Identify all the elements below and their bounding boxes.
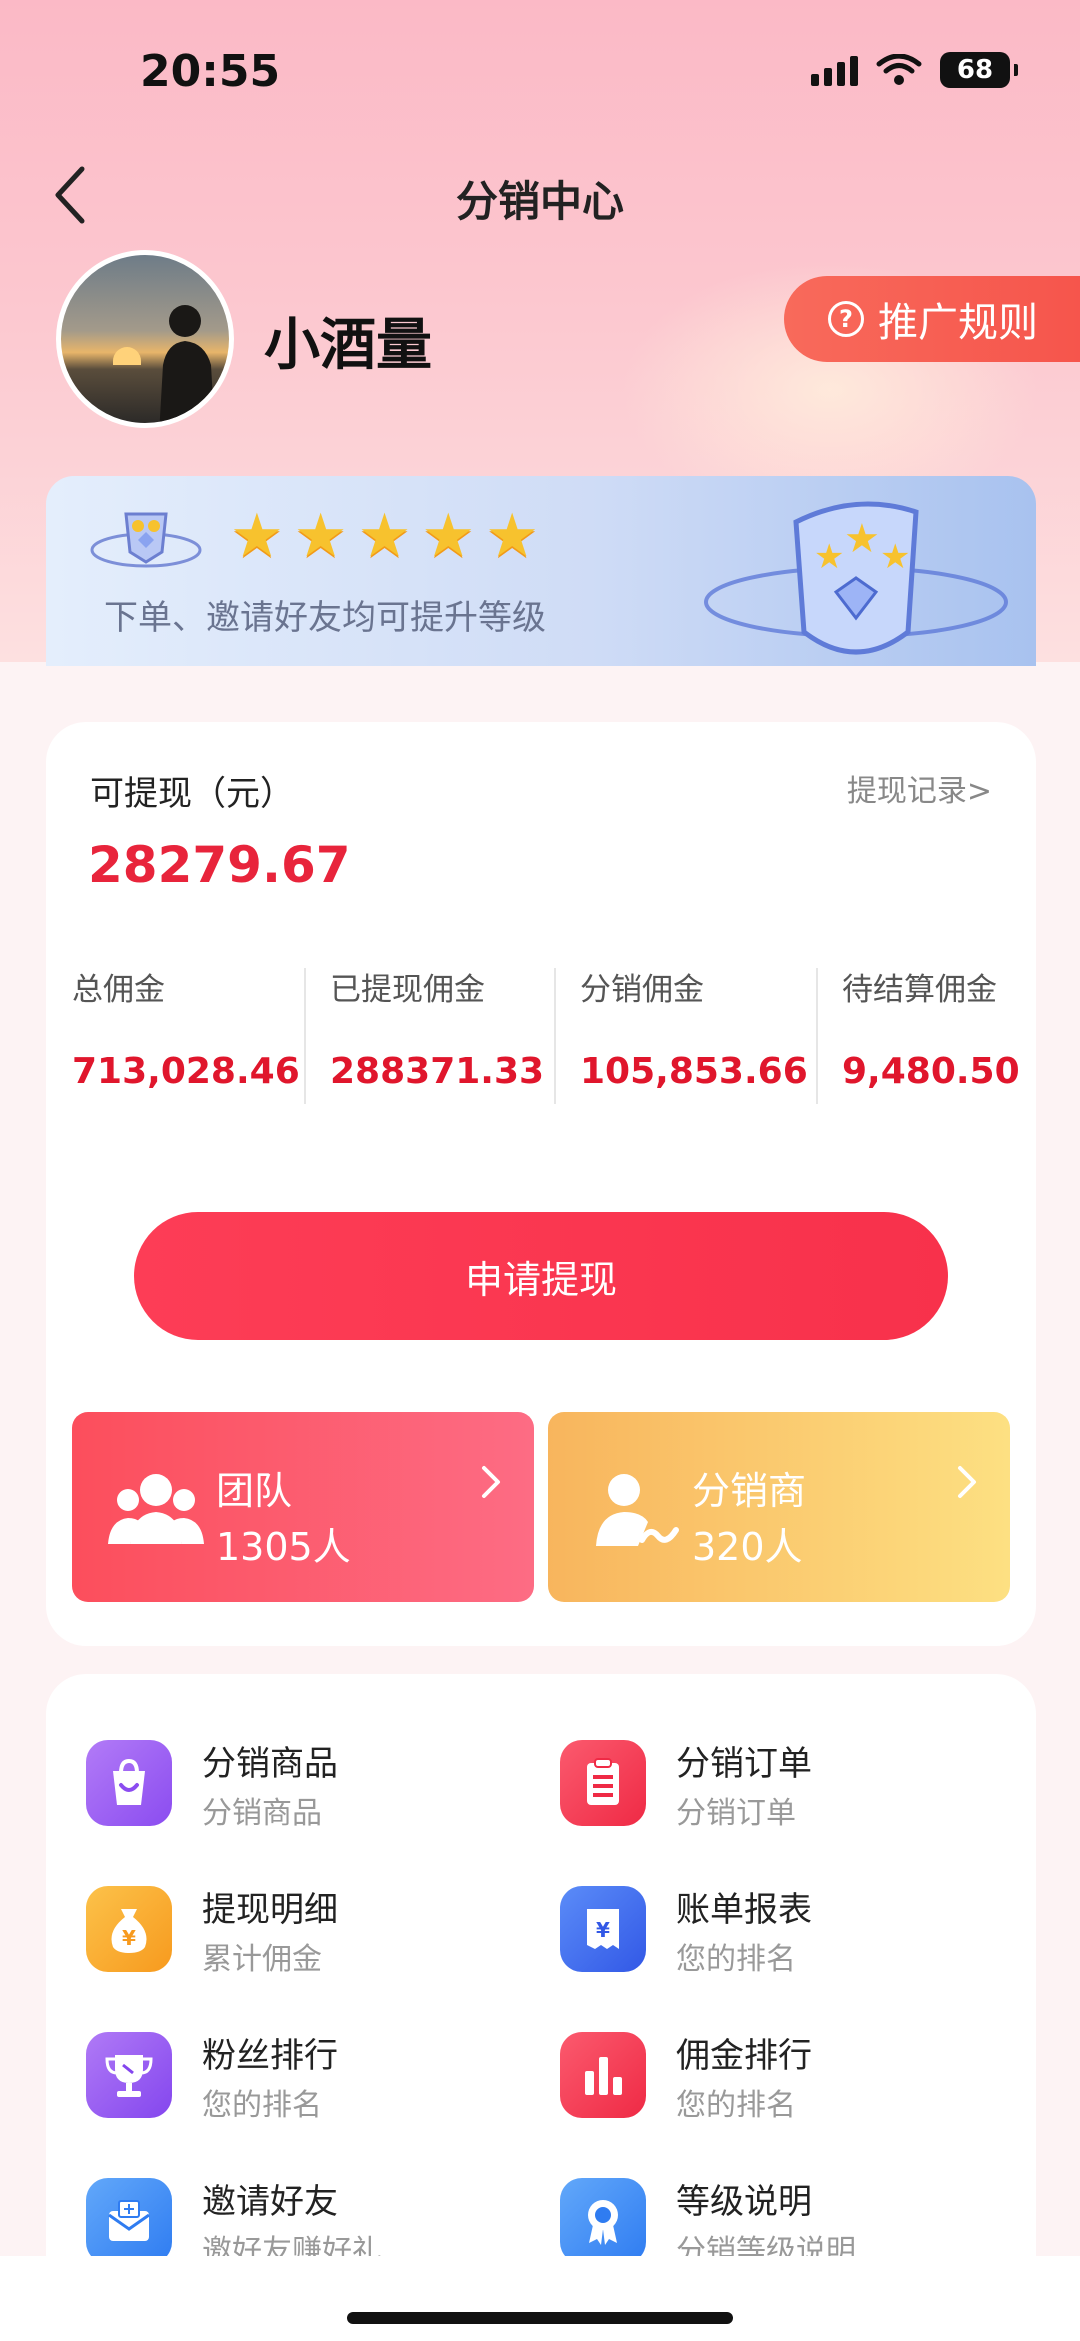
team-label: 团队	[216, 1469, 293, 1513]
stat-value: 9,480.50	[842, 1051, 1020, 1092]
trophy-icon	[86, 2032, 172, 2118]
wifi-icon	[876, 54, 922, 85]
svg-text:★: ★	[814, 537, 844, 577]
menu-item-commission-ranking[interactable]: 佣金排行 您的排名	[520, 2022, 960, 2132]
stat-value: 713,028.46	[72, 1051, 300, 1092]
chevron-right-icon	[958, 1466, 976, 1498]
menu-item-subtitle: 分销订单	[676, 1796, 796, 1831]
status-time: 20:55	[140, 46, 281, 97]
stat-withdrawn-commission[interactable]: 已提现佣金 288371.33	[304, 962, 554, 1104]
star-icon: ★	[421, 501, 476, 571]
menu-item-distribution-orders[interactable]: 分销订单 分销订单	[520, 1730, 960, 1840]
menu-item-fans-ranking[interactable]: 粉丝排行 您的排名	[46, 2022, 486, 2132]
menu-item-withdraw-details[interactable]: ¥ 提现明细 累计佣金	[46, 1876, 486, 1986]
svg-text:¥: ¥	[122, 1926, 136, 1950]
star-icon: ★	[357, 501, 412, 571]
chevron-right-icon	[482, 1466, 500, 1498]
menu-item-title: 提现明细	[202, 1890, 338, 1930]
envelope-icon	[86, 2178, 172, 2264]
menu-item-title: 账单报表	[676, 1890, 812, 1930]
bar-chart-icon	[560, 2032, 646, 2118]
level-banner[interactable]: ★ ★ ★ ★ ★ 下单、邀请好友均可提升等级 ★ ★ ★	[46, 476, 1036, 666]
menu-item-distribution-goods[interactable]: 分销商品 分销商品	[46, 1730, 486, 1840]
cellular-signal-icon	[811, 54, 858, 86]
money-bag-icon: ¥	[86, 1886, 172, 1972]
menu-item-title: 佣金排行	[676, 2036, 812, 2076]
distributor-count: 320人	[692, 1525, 803, 1569]
svg-text:★: ★	[880, 537, 910, 577]
menu-item-subtitle: 您的排名	[202, 2088, 322, 2123]
level-tip: 下单、邀请好友均可提升等级	[104, 598, 546, 638]
team-icon	[108, 1474, 204, 1544]
menu-item-title: 等级说明	[676, 2182, 812, 2222]
avatar-person-silhouette	[159, 305, 215, 423]
battery-indicator: 68	[940, 52, 1018, 88]
page-title: 分销中心	[455, 177, 624, 226]
svg-text:¥: ¥	[596, 1918, 610, 1942]
star-icon: ★	[293, 501, 348, 571]
apply-withdraw-button[interactable]: 申请提现	[134, 1212, 948, 1340]
stat-label: 分销佣金	[580, 972, 704, 1008]
team-count: 1305人	[216, 1525, 351, 1569]
menu-item-subtitle: 您的排名	[676, 2088, 796, 2123]
menu-item-title: 分销订单	[676, 1744, 812, 1784]
menu-item-subtitle: 您的排名	[676, 1942, 796, 1977]
withdraw-record-link[interactable]: 提现记录>	[847, 766, 992, 810]
stat-total-commission[interactable]: 总佣金 713,028.46	[46, 962, 304, 1102]
stat-label: 待结算佣金	[842, 972, 997, 1008]
level-badge-diamond-icon: ★ ★ ★	[704, 501, 1008, 655]
distributor-label: 分销商	[692, 1469, 807, 1513]
help-circle-icon: ?	[828, 301, 864, 337]
home-indicator-bar[interactable]	[347, 2312, 733, 2324]
avatar[interactable]	[56, 250, 234, 428]
status-icons: 68	[811, 52, 1018, 88]
promotion-rules-button[interactable]: ? 推广规则	[784, 276, 1080, 362]
menu-item-title: 邀请好友	[202, 2182, 338, 2222]
withdrawable-label: 可提现（元）	[90, 774, 294, 814]
stat-pending-commission[interactable]: 待结算佣金 9,480.50	[816, 962, 1036, 1104]
level-badge-small-icon	[90, 512, 202, 568]
promotion-rules-label: 推广规则	[878, 300, 1038, 346]
bill-icon: ¥	[560, 1886, 646, 1972]
withdrawable-amount: 28279.67	[88, 836, 351, 894]
shopping-bag-icon	[86, 1740, 172, 1826]
level-stars: ★ ★ ★ ★ ★	[230, 506, 539, 566]
username: 小酒量	[264, 313, 432, 378]
team-tile[interactable]: 团队 1305人	[72, 1412, 534, 1602]
star-icon: ★	[230, 501, 284, 571]
distributor-icon	[596, 1474, 679, 1546]
star-icon: ★	[485, 501, 539, 571]
avatar-sun	[113, 347, 141, 365]
stat-label: 已提现佣金	[330, 972, 485, 1008]
distributor-tile[interactable]: 分销商 320人	[548, 1412, 1010, 1602]
stat-value: 105,853.66	[580, 1051, 808, 1092]
menu-item-title: 分销商品	[202, 1744, 338, 1784]
stat-value: 288371.33	[330, 1051, 545, 1092]
menu-item-subtitle: 分销商品	[202, 1796, 322, 1831]
clipboard-icon	[560, 1740, 646, 1826]
menu-item-subtitle: 累计佣金	[202, 1942, 322, 1977]
home-indicator-area	[0, 2256, 1080, 2341]
menu-item-bill-report[interactable]: ¥ 账单报表 您的排名	[520, 1876, 960, 1986]
badge-icon	[560, 2178, 646, 2264]
svg-text:★: ★	[844, 516, 880, 562]
commission-stats: 总佣金 713,028.46 已提现佣金 288371.33 分销佣金 105,…	[46, 962, 1036, 1104]
menu-item-title: 粉丝排行	[202, 2036, 338, 2076]
stat-distribution-commission[interactable]: 分销佣金 105,853.66	[554, 962, 816, 1104]
wallet-card: 可提现（元） 提现记录> 28279.67 总佣金 713,028.46 已提现…	[46, 722, 1036, 1646]
stat-label: 总佣金	[72, 972, 165, 1008]
feature-menu-card: 分销商品 分销商品 分销订单 分销订单 ¥ 提现明细 累计佣金 ¥ 账单报表 您…	[46, 1674, 1036, 2341]
